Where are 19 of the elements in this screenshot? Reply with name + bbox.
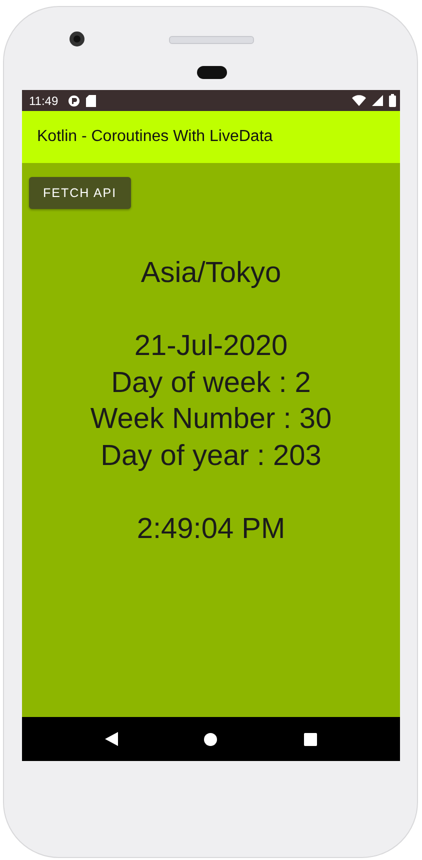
notification-icon xyxy=(68,94,80,106)
back-icon[interactable] xyxy=(105,732,118,746)
battery-icon xyxy=(389,94,396,107)
signal-icon xyxy=(372,95,383,106)
home-icon[interactable] xyxy=(204,732,218,746)
date-info-text: Day of year : 203 xyxy=(100,438,322,474)
date-info-text: Week Number : 30 xyxy=(90,402,332,437)
app-title: Kotlin - Coroutines With LiveData xyxy=(37,128,273,146)
sd-card-icon xyxy=(86,94,96,106)
sensor-pill xyxy=(197,66,227,79)
date-info-text: Day of week : 2 xyxy=(111,366,311,400)
time-zone-text: Asia/Tokyo xyxy=(140,256,282,291)
date-info-text: 21-Jul-2020 xyxy=(134,329,288,364)
time-text: 2:49:04 PM xyxy=(136,512,286,546)
wifi-icon xyxy=(352,95,366,106)
camera-icon xyxy=(69,31,85,47)
fetch-api-button[interactable]: FETCH API xyxy=(29,177,131,209)
status-time: 11:49 xyxy=(29,94,58,108)
overview-icon[interactable] xyxy=(304,732,317,746)
